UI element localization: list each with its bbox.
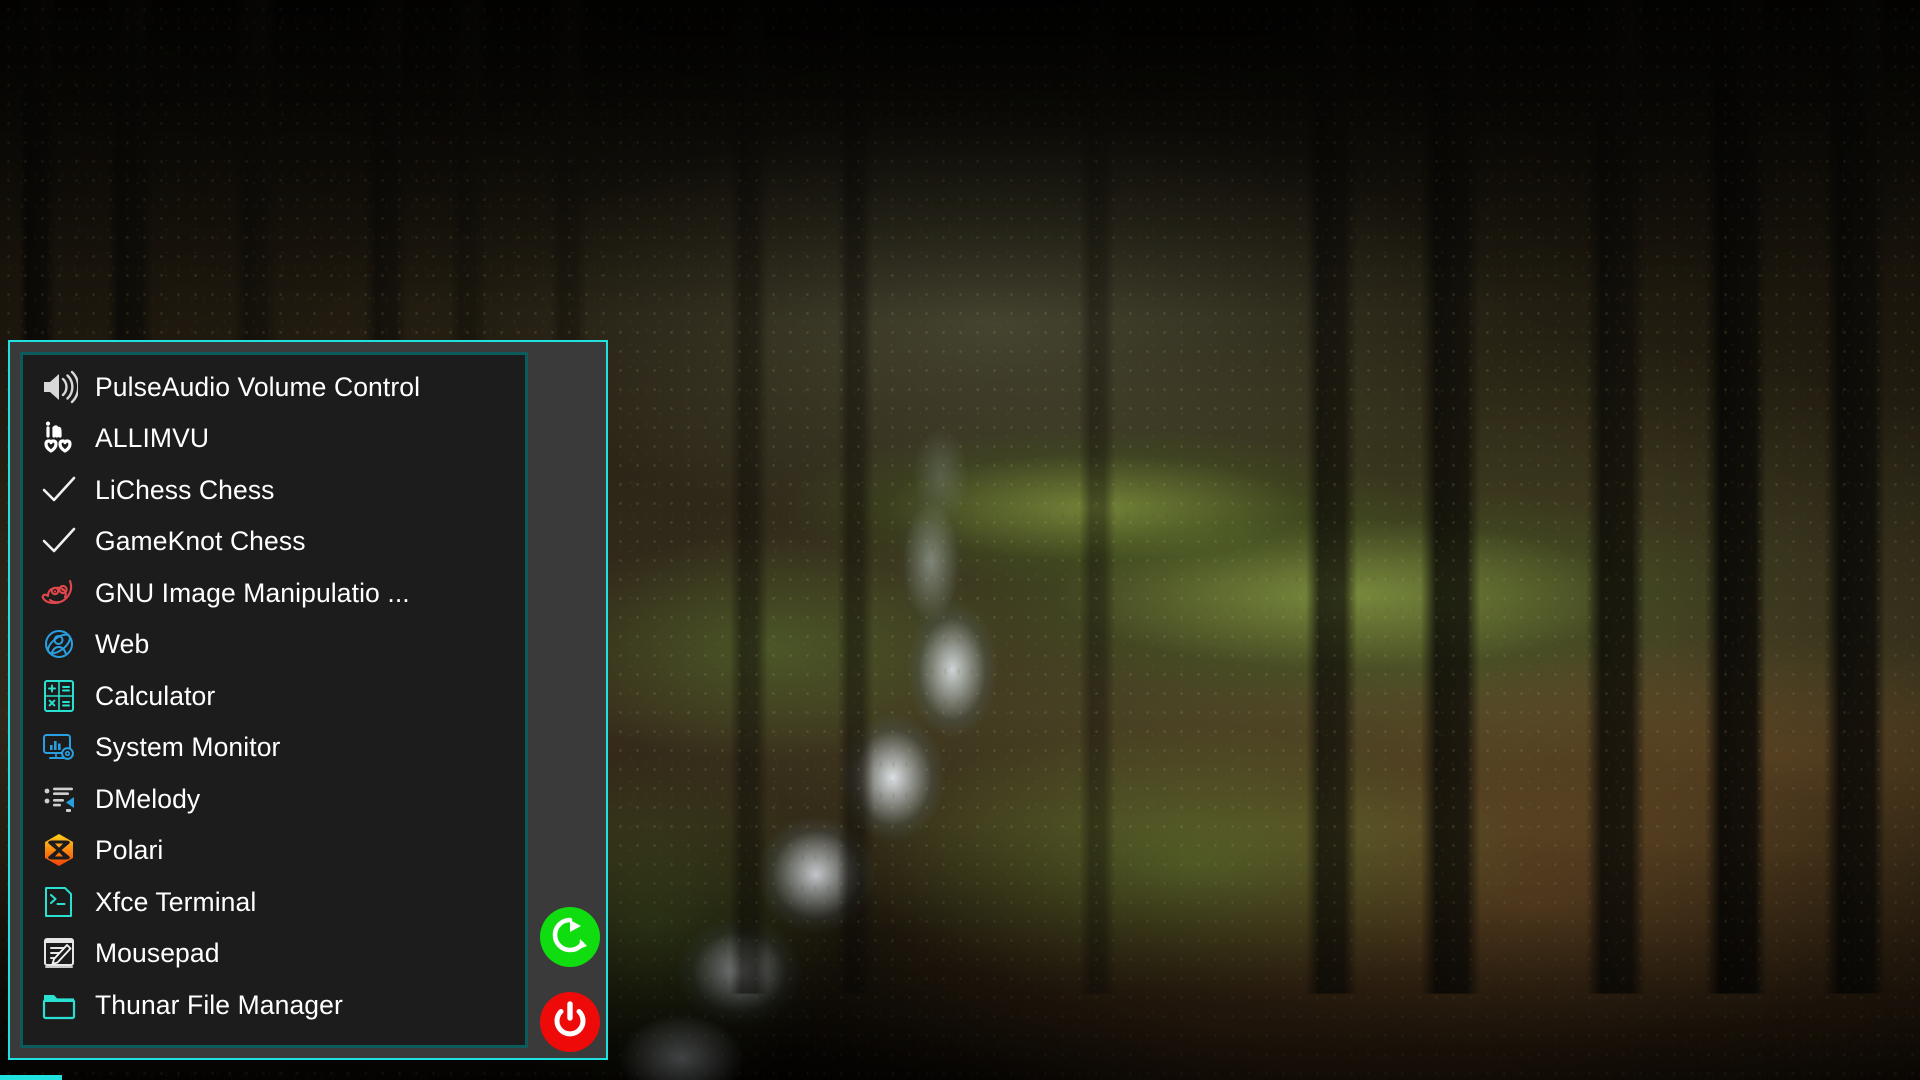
session-buttons-column: [528, 352, 600, 1052]
power-icon: [548, 998, 592, 1047]
notepad-pencil-icon: [39, 933, 79, 973]
menu-item-mousepad[interactable]: Mousepad: [23, 928, 525, 980]
speaker-volume-icon: [39, 367, 79, 407]
menu-item-polari[interactable]: Polari: [23, 825, 525, 877]
restart-button[interactable]: [540, 907, 600, 967]
menu-item-gnu-image-manipulation-program[interactable]: GNU Image Manipulatio ...: [23, 567, 525, 619]
menu-item-label: DMelody: [95, 783, 201, 814]
panel-edge-sliver: [0, 1075, 62, 1080]
polari-hexagon-icon: [39, 830, 79, 870]
menu-item-calculator[interactable]: Calculator: [23, 670, 525, 722]
checkmark-icon: [39, 521, 79, 561]
menu-item-label: GameKnot Chess: [95, 526, 306, 556]
terminal-prompt-icon: [39, 882, 79, 922]
playlist-play-icon: [39, 779, 79, 819]
application-menu-panel: PulseAudio Volume Control ALLIMVU LiChes…: [8, 340, 608, 1060]
menu-item-label: ALLIMVU: [95, 423, 210, 453]
menu-item-web[interactable]: Web: [23, 619, 525, 671]
menu-item-label: PulseAudio Volume Control: [95, 371, 421, 402]
menu-item-label: Mousepad: [95, 938, 220, 968]
menu-item-dmelody[interactable]: DMelody: [23, 773, 525, 825]
menu-item-label: System Monitor: [95, 732, 281, 762]
gimp-wilber-icon: [39, 573, 79, 613]
checkmark-icon: [39, 470, 79, 510]
imvu-logo-icon: [39, 418, 79, 458]
menu-item-label: GNU Image Manipulatio ...: [95, 577, 410, 608]
menu-item-lichess-chess[interactable]: LiChess Chess: [23, 464, 525, 516]
menu-item-gameknot-chess[interactable]: GameKnot Chess: [23, 516, 525, 568]
menu-item-label: Xfce Terminal: [95, 886, 257, 917]
menu-item-label: Web: [95, 629, 150, 659]
menu-item-allimvu[interactable]: ALLIMVU: [23, 413, 525, 465]
shutdown-button[interactable]: [540, 992, 600, 1052]
menu-item-label: LiChess Chess: [95, 474, 275, 505]
calculator-icon: [39, 676, 79, 716]
web-globe-icon: [39, 624, 79, 664]
menu-item-pulseaudio-volume-control[interactable]: PulseAudio Volume Control: [23, 361, 525, 413]
menu-item-label: Calculator: [95, 680, 216, 711]
menu-item-system-monitor[interactable]: System Monitor: [23, 722, 525, 774]
restart-circular-arrow-icon: [548, 913, 592, 962]
desktop-screen: PulseAudio Volume Control ALLIMVU LiChes…: [0, 0, 1920, 1080]
menu-item-label: Thunar File Manager: [95, 989, 343, 1020]
menu-item-thunar-file-manager[interactable]: Thunar File Manager: [23, 979, 525, 1031]
menu-item-label: Polari: [95, 835, 164, 865]
menu-item-xfce-terminal[interactable]: Xfce Terminal: [23, 876, 525, 928]
application-menu-list: PulseAudio Volume Control ALLIMVU LiChes…: [20, 352, 528, 1048]
folder-icon: [39, 985, 79, 1025]
system-monitor-icon: [39, 727, 79, 767]
